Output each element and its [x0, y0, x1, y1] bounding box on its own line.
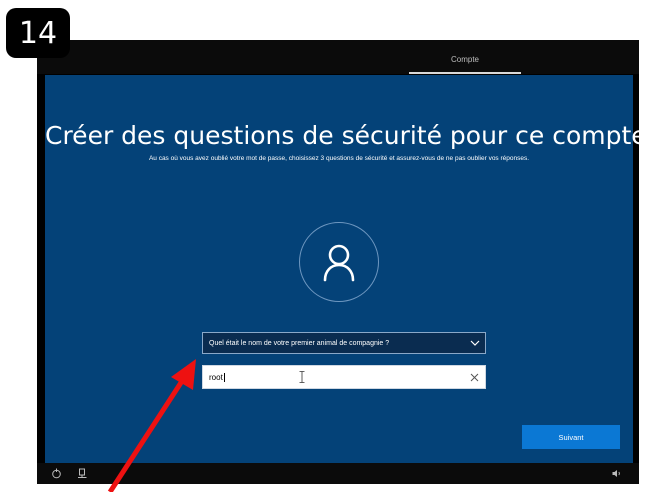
chevron-down-icon[interactable]: [465, 333, 485, 353]
bottom-bar: [37, 463, 639, 484]
next-button[interactable]: Suivant: [522, 425, 620, 449]
security-question-label: Quel était le nom de votre premier anima…: [209, 339, 390, 347]
step-number-badge: 14: [6, 8, 70, 58]
accessibility-icon[interactable]: [51, 468, 62, 479]
page-subtitle: Au cas où vous avez oublié votre mot de …: [148, 155, 530, 162]
clear-icon[interactable]: [463, 366, 485, 388]
avatar: [299, 222, 379, 302]
network-icon[interactable]: [77, 468, 88, 479]
setup-panel: Créer des questions de sécurité pour ce …: [45, 75, 639, 463]
security-answer-value: root: [209, 372, 225, 382]
security-answer-field[interactable]: root: [202, 365, 486, 389]
volume-icon[interactable]: [611, 468, 622, 479]
text-cursor-icon: [299, 371, 305, 383]
tab-compte: Compte: [409, 40, 521, 74]
page-title: Créer des questions de sécurité pour ce …: [45, 121, 639, 150]
user-icon: [323, 244, 355, 282]
windows-setup-screen: Compte Créer des questions de sécurité p…: [37, 40, 639, 484]
top-bar: Compte: [37, 40, 639, 74]
security-question-select[interactable]: Quel était le nom de votre premier anima…: [202, 332, 486, 354]
